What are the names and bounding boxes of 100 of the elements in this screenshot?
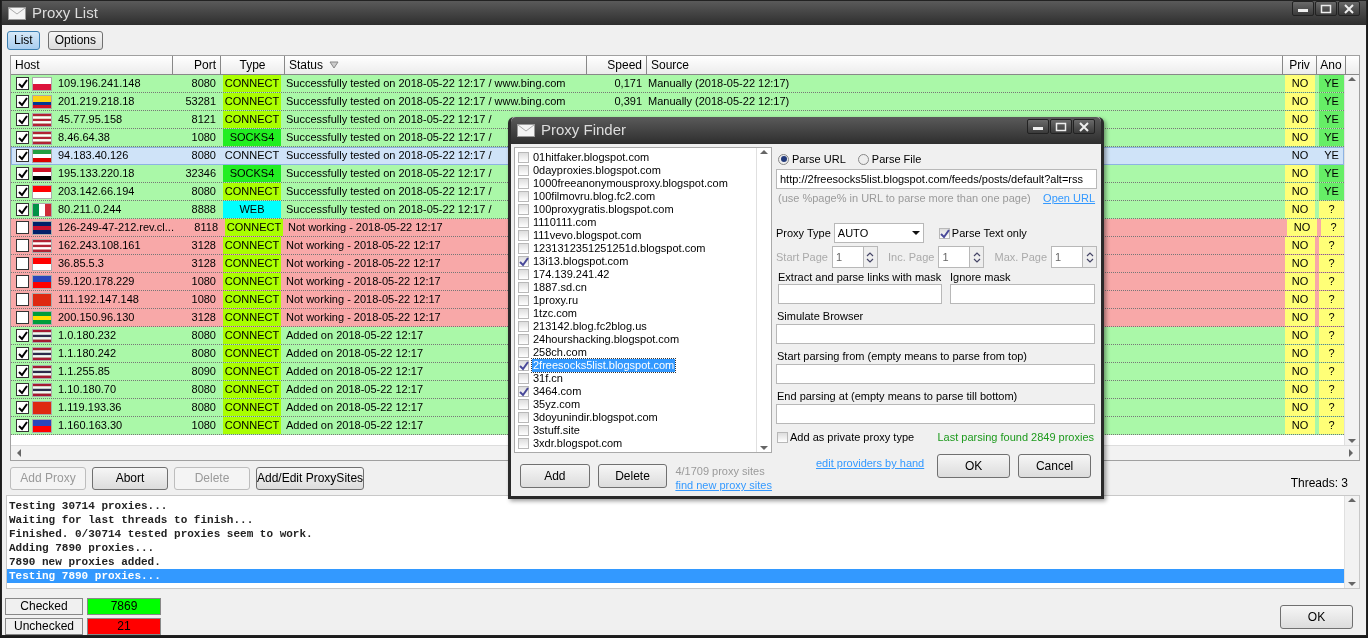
table-cell: YE xyxy=(1319,111,1344,128)
table-cell: 53281 xyxy=(185,95,216,107)
table-cell: 8.46.64.38 xyxy=(58,131,110,143)
table-cell: Not working - 2018-05-22 12:17 xyxy=(288,221,443,233)
type-tag: WEB xyxy=(223,201,281,218)
type-tag: CONNECT xyxy=(223,327,281,344)
table-cell: 0,171 xyxy=(614,77,642,89)
table-cell: 1080 xyxy=(191,293,216,305)
type-tag: CONNECT xyxy=(223,309,281,326)
table-cell: NO xyxy=(1291,131,1309,143)
table-cell: Not working - 2018-05-22 12:17 xyxy=(286,239,441,251)
type-tag: CONNECT xyxy=(223,399,281,416)
table-cell: NO xyxy=(1291,365,1309,377)
type-tag: CONNECT xyxy=(223,363,281,380)
table-cell: 8888 xyxy=(191,203,216,215)
table-cell: NO xyxy=(1291,167,1309,179)
table-cell: ? xyxy=(1321,219,1344,236)
table-cell: Successfully tested on 2018-05-22 12:17 / xyxy=(286,185,492,197)
type-tag: CONNECT xyxy=(223,381,281,398)
field-label: Ignore mask xyxy=(950,270,1012,284)
field-label: Extract and parse links with mask xyxy=(778,270,942,284)
table-cell: NO xyxy=(1291,293,1309,305)
type-tag: CONNECT xyxy=(223,111,281,128)
table-cell: Successfully tested on 2018-05-22 12:17 / xyxy=(286,203,492,215)
table-cell: ? xyxy=(1319,273,1344,290)
table-cell: Not working - 2018-05-22 12:17 xyxy=(286,311,441,323)
table-cell: 94.183.40.126 xyxy=(58,149,129,161)
log-line: 7890 new proxies added. xyxy=(8,555,162,569)
table-cell: 8080 xyxy=(191,329,216,341)
field-label: Proxy Type xyxy=(776,226,831,240)
table-cell: Successfully tested on 2018-05-22 12:17 / xyxy=(286,167,492,179)
table-cell: 1.0.180.232 xyxy=(58,329,117,341)
table-cell: NO xyxy=(1291,347,1309,359)
table-cell: 111.192.147.148 xyxy=(58,293,139,305)
type-tag: CONNECT xyxy=(223,273,281,290)
log-line: Finished. 0/30714 tested proxies seem to work. xyxy=(8,527,314,541)
table-cell: 201.219.218.18 xyxy=(58,95,135,107)
table-cell: NO xyxy=(1291,383,1309,395)
table-cell: ? xyxy=(1319,363,1344,380)
table-cell: NO xyxy=(1291,257,1309,269)
table-cell: 8080 xyxy=(191,185,216,197)
table-cell: 8080 xyxy=(191,401,216,413)
table-cell: 80.211.0.244 xyxy=(58,203,122,215)
table-cell: NO xyxy=(1291,401,1309,413)
table-cell: ? xyxy=(1319,327,1344,344)
table-cell: Not working - 2018-05-22 12:17 xyxy=(286,275,441,287)
table-cell: ? xyxy=(1319,201,1344,218)
table-cell: 3128 xyxy=(191,239,216,251)
radio-label: Parse File xyxy=(871,152,922,166)
table-cell: NO xyxy=(1291,311,1309,323)
type-tag: CONNECT xyxy=(223,255,281,272)
field-label: Simulate Browser xyxy=(776,309,865,323)
table-cell: Manually (2018-05-22 12:17) xyxy=(648,95,790,107)
table-cell: NO xyxy=(1291,77,1309,89)
table-cell: Added on 2018-05-22 12:17 xyxy=(286,383,423,395)
type-tag: CONNECT xyxy=(223,147,281,164)
table-cell: Successfully tested on 2018-05-22 12:17 / www.bing.com xyxy=(286,77,566,89)
table-cell: Manually (2018-05-22 12:17) xyxy=(648,77,790,89)
table-cell: 1080 xyxy=(191,131,216,143)
table-cell: Added on 2018-05-22 12:17 xyxy=(286,347,423,359)
table-cell: NO xyxy=(1291,149,1309,161)
table-cell: 8080 xyxy=(191,347,216,359)
table-cell: 1.160.163.30 xyxy=(58,419,123,431)
table-cell: ? xyxy=(1319,417,1344,434)
table-cell: 162.243.108.161 xyxy=(58,239,141,251)
checkbox-label: Parse Text only xyxy=(951,226,1027,240)
table-cell: Successfully tested on 2018-05-22 12:17 / xyxy=(286,113,492,125)
table-cell: Added on 2018-05-22 12:17 xyxy=(286,329,423,341)
table-cell: 59.120.178.229 xyxy=(58,275,135,287)
table-cell: 3128 xyxy=(191,311,216,323)
result-text: Last parsing found 2849 proxies xyxy=(937,430,1095,444)
table-cell: ? xyxy=(1319,291,1344,308)
table-cell: Not working - 2018-05-22 12:17 xyxy=(286,257,441,269)
table-cell: 1.1.255.85 xyxy=(58,365,110,377)
table-cell: ? xyxy=(1319,255,1344,272)
table-cell: 126-249-47-212.rev.cl... xyxy=(58,221,174,233)
table-cell: Successfully tested on 2018-05-22 12:17 / xyxy=(286,131,492,143)
table-cell: 195.133.220.18 xyxy=(58,167,135,179)
table-cell: YE xyxy=(1319,75,1344,92)
table-cell: 200.150.96.130 xyxy=(58,311,135,323)
table-cell: 36.85.5.3 xyxy=(58,257,104,269)
counter-value: 21 xyxy=(87,618,161,635)
log-line: Adding 7890 proxies... xyxy=(8,541,156,555)
table-cell: 1.10.180.70 xyxy=(58,383,117,395)
threads-label: Threads: 3 xyxy=(1290,475,1348,492)
checkbox-label: Add as private proxy type xyxy=(790,430,915,444)
table-cell: NO xyxy=(1291,203,1309,215)
table-cell: ? xyxy=(1319,399,1344,416)
table-cell: ? xyxy=(1319,237,1344,254)
table-cell: 1.119.193.36 xyxy=(58,401,122,413)
table-cell: 8121 xyxy=(191,113,216,125)
field-label: End parsing at (empty means to parse till bottom) xyxy=(776,389,1019,403)
table-cell: 45.77.95.158 xyxy=(58,113,123,125)
table-cell: 203.142.66.194 xyxy=(58,185,135,197)
counter-value: 7869 xyxy=(87,598,161,615)
table-cell: NO xyxy=(1291,113,1309,125)
table-cell: 1.1.180.242 xyxy=(58,347,117,359)
table-cell: NO xyxy=(1291,329,1309,341)
type-tag: CONNECT xyxy=(223,345,281,362)
table-cell: NO xyxy=(1291,419,1309,431)
